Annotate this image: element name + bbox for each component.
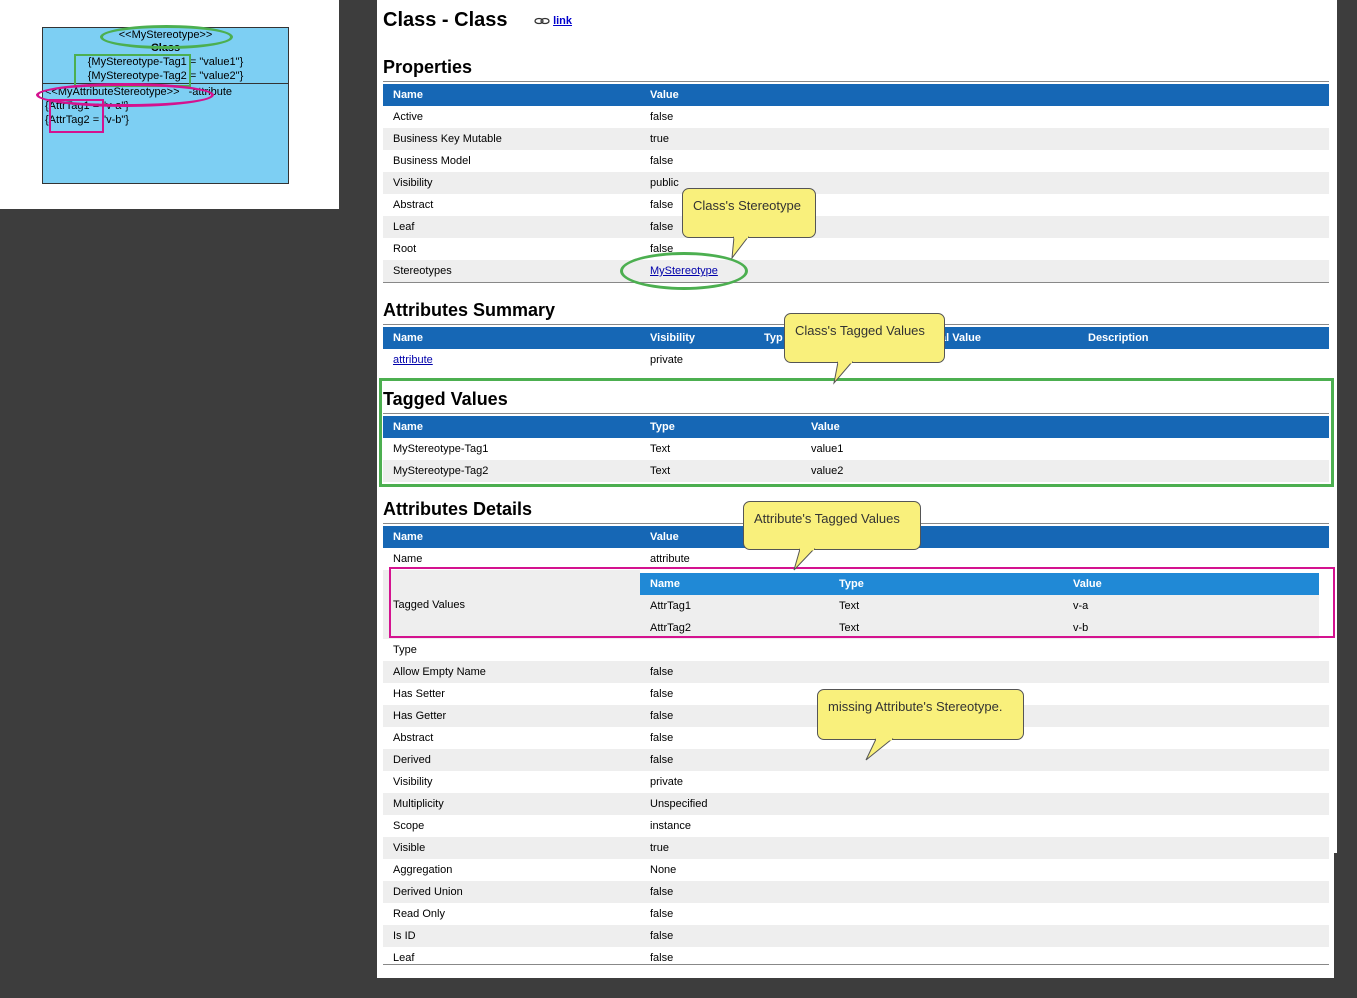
cell-name: Abstract (383, 727, 640, 749)
summary-col-initial-value: al Value (930, 327, 1078, 349)
cell-name: Business Key Mutable (383, 128, 640, 150)
cell-value: false (640, 925, 1329, 947)
cell-value: instance (640, 815, 1329, 837)
cell-name: Has Setter (383, 683, 640, 705)
table-row: Abstract false (383, 194, 1329, 216)
cell-value: Unspecified (640, 793, 1329, 815)
callout-class-stereotype: Class's Stereotype (682, 188, 816, 238)
summary-col-name: Name (383, 327, 640, 349)
cell-value: false (640, 106, 1329, 128)
attributes-details-heading: Attributes Details (383, 499, 533, 519)
cell-value: false (640, 150, 1329, 172)
cell-name: Derived (383, 749, 640, 771)
table-row: Allow Empty Name false (383, 661, 1329, 683)
link-icon (534, 17, 550, 25)
table-row: Derived false (383, 749, 1329, 771)
cell-initial (930, 349, 1078, 371)
properties-rule (383, 81, 1329, 82)
cell-name: Read Only (383, 903, 640, 925)
cell-name: Derived Union (383, 881, 640, 903)
cell-description (1078, 349, 1329, 371)
cell-name: Business Model (383, 150, 640, 172)
callout-attribute-tagged-values: Attribute's Tagged Values (743, 501, 921, 550)
summary-col-description: Description (1078, 327, 1329, 349)
table-row: Stereotypes MyStereotype (383, 260, 1329, 282)
cell-value: false (640, 881, 1329, 903)
callout-class-tagged-values: Class's Tagged Values (784, 313, 945, 363)
callout-missing-attribute-stereotype-pointer (865, 738, 894, 761)
cell-name: attribute (383, 349, 640, 371)
cell-value: false (640, 749, 1329, 771)
properties-col-name: Name (383, 84, 640, 106)
callout-class-stereotype-pointer (731, 236, 750, 260)
cell-value: None (640, 859, 1329, 881)
cell-name: Visibility (383, 771, 640, 793)
callout-attribute-tagged-values-pointer (793, 548, 816, 571)
report-panel: Class - Class link Properties Name Value… (377, 0, 1334, 978)
class-diagram-panel: <<MyStereotype>> Class {MyStereotype-Tag… (0, 0, 339, 209)
table-row: Visibility private (383, 771, 1329, 793)
cell-name: Root (383, 238, 640, 260)
callout-class-tagged-values-pointer (833, 361, 854, 385)
cell-name: Type (383, 639, 640, 661)
cell-name: Is ID (383, 925, 640, 947)
cell-name: Allow Empty Name (383, 661, 640, 683)
table-row: Business Model false (383, 150, 1329, 172)
properties-table: Name Value Active false Business Key Muta… (383, 84, 1329, 282)
cell-value (640, 639, 1329, 661)
properties-bottom-rule (383, 282, 1329, 283)
properties-heading: Properties (383, 57, 473, 77)
cell-name: Visibility (383, 172, 640, 194)
table-row: Visibility public (383, 172, 1329, 194)
cell-value: false (640, 903, 1329, 925)
attributes-details-bottom-rule (383, 964, 1329, 965)
cell-name: Active (383, 106, 640, 128)
cell-value: false (640, 661, 1329, 683)
page-title: Class - Class (383, 9, 508, 31)
table-row: Derived Union false (383, 881, 1329, 903)
cell-value: true (640, 128, 1329, 150)
link-anchor[interactable]: link (553, 15, 572, 27)
summary-col-visibility: Visibility (640, 327, 754, 349)
cell-name: Leaf (383, 947, 640, 969)
tagged-values-highlight (379, 378, 1334, 487)
class-stereotype-highlight (100, 25, 233, 49)
cell-name: Leaf (383, 216, 640, 238)
table-row: Active false (383, 106, 1329, 128)
callout-missing-attribute-stereotype: missing Attribute's Stereotype. (817, 689, 1024, 740)
attribute-tags-highlight (49, 99, 104, 133)
cell-value: false (640, 947, 1329, 969)
table-row: Is ID false (383, 925, 1329, 947)
cell-name: Stereotypes (383, 260, 640, 282)
cell-value: true (640, 837, 1329, 859)
cell-name: Scope (383, 815, 640, 837)
report-panel-edge (1334, 0, 1337, 853)
cell-value: private (640, 771, 1329, 793)
cell-name: Aggregation (383, 859, 640, 881)
table-row: Read Only false (383, 903, 1329, 925)
table-row: Scope instance (383, 815, 1329, 837)
properties-col-value: Value (640, 84, 1329, 106)
cell-name: Has Getter (383, 705, 640, 727)
cell-name: Multiplicity (383, 793, 640, 815)
table-row: Multiplicity Unspecified (383, 793, 1329, 815)
table-row: Aggregation None (383, 859, 1329, 881)
table-row: Type (383, 639, 1329, 661)
table-row: Leaf false (383, 216, 1329, 238)
cell-visibility: private (640, 349, 754, 371)
table-row: Business Key Mutable true (383, 128, 1329, 150)
table-row: Root false (383, 238, 1329, 260)
attribute-link[interactable]: attribute (393, 354, 433, 366)
table-row: Leaf false (383, 947, 1329, 969)
attributes-summary-heading: Attributes Summary (383, 300, 556, 320)
table-row: Visible true (383, 837, 1329, 859)
cell-name: Abstract (383, 194, 640, 216)
details-col-name: Name (383, 526, 640, 548)
cell-name: Visible (383, 837, 640, 859)
attribute-tagged-values-highlight (389, 567, 1335, 638)
permalink[interactable]: link (534, 15, 572, 27)
